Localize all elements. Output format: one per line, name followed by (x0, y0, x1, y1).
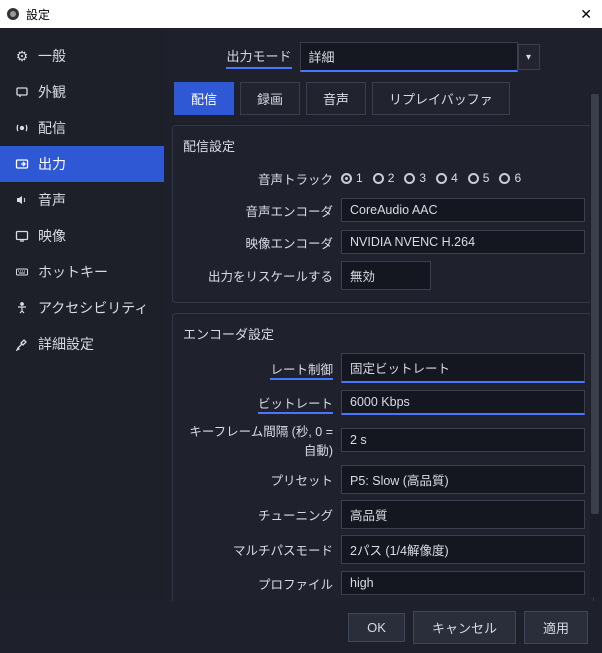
keyboard-icon (14, 265, 30, 279)
output-mode-label: 出力モード (226, 46, 291, 69)
multipass-select[interactable]: 2パス (1/4解像度) (341, 535, 585, 564)
bitrate-label: ビットレート (183, 393, 333, 412)
audio-track-radios: 1 2 3 4 5 6 (341, 171, 521, 185)
rate-control-select[interactable]: 固定ビットレート (341, 353, 585, 383)
ok-button[interactable]: OK (348, 613, 405, 642)
app-icon (6, 7, 20, 21)
profile-select[interactable]: high (341, 571, 585, 595)
sidebar-item-label: 外観 (38, 82, 66, 102)
scrollbar-thumb[interactable] (591, 94, 599, 514)
sidebar-item-hotkeys[interactable]: ホットキー (0, 254, 164, 290)
audio-track-1[interactable]: 1 (341, 171, 363, 185)
audio-track-6[interactable]: 6 (499, 171, 521, 185)
audio-track-label: 音声トラック (183, 169, 333, 188)
audio-track-5[interactable]: 5 (468, 171, 490, 185)
tab-audio[interactable]: 音声 (306, 82, 366, 115)
sidebar-item-label: 詳細設定 (38, 334, 94, 354)
preset-label: プリセット (183, 470, 333, 489)
multipass-label: マルチパスモード (183, 540, 333, 559)
audio-track-2[interactable]: 2 (373, 171, 395, 185)
sidebar-item-accessibility[interactable]: アクセシビリティ (0, 290, 164, 326)
rate-control-label: レート制御 (183, 359, 333, 378)
tab-replay-buffer[interactable]: リプレイバッファ (372, 82, 510, 115)
sidebar-item-appearance[interactable]: 外観 (0, 74, 164, 110)
bitrate-input[interactable]: 6000 Kbps (341, 390, 585, 415)
encoder-settings-title: エンコーダ設定 (183, 324, 585, 343)
video-encoder-label: 映像エンコーダ (183, 233, 333, 252)
monitor-icon (14, 229, 30, 243)
accessibility-icon (14, 301, 30, 315)
close-button[interactable]: ✕ (576, 6, 596, 23)
antenna-icon (14, 121, 30, 135)
keyframe-label: キーフレーム間隔 (秒, 0 = 自動) (183, 421, 333, 459)
tuning-select[interactable]: 高品質 (341, 500, 585, 529)
profile-label: プロファイル (183, 574, 333, 593)
tab-stream[interactable]: 配信 (174, 82, 234, 115)
sidebar-item-label: アクセシビリティ (38, 298, 148, 318)
tab-record[interactable]: 録画 (240, 82, 300, 115)
titlebar: 設定 ✕ (0, 0, 602, 28)
apply-button[interactable]: 適用 (524, 611, 588, 644)
output-tabs: 配信 録画 音声 リプレイバッファ (164, 82, 602, 125)
sidebar-item-general[interactable]: ⚙ 一般 (0, 38, 164, 74)
output-icon (14, 157, 30, 171)
window-title: 設定 (26, 6, 50, 23)
encoder-settings-panel: エンコーダ設定 レート制御 固定ビットレート ビットレート 6000 Kbps … (172, 313, 594, 601)
sidebar-item-stream[interactable]: 配信 (0, 110, 164, 146)
stream-settings-title: 配信設定 (183, 136, 585, 155)
preset-select[interactable]: P5: Slow (高品質) (341, 465, 585, 494)
output-mode-select[interactable]: 詳細 (300, 42, 518, 72)
video-encoder-select[interactable]: NVIDIA NVENC H.264 (341, 230, 585, 254)
sidebar-item-output[interactable]: 出力 (0, 146, 164, 182)
rescale-select[interactable]: 無効 (341, 261, 431, 290)
audio-encoder-select[interactable]: CoreAudio AAC (341, 198, 585, 222)
audio-track-3[interactable]: 3 (404, 171, 426, 185)
scrollbar[interactable] (590, 94, 600, 597)
keyframe-input[interactable]: 2 s (341, 428, 585, 452)
sidebar-item-label: 配信 (38, 118, 66, 138)
paint-icon (14, 85, 30, 99)
sidebar-item-label: 音声 (38, 190, 66, 210)
sidebar-item-label: ホットキー (38, 262, 108, 282)
audio-track-4[interactable]: 4 (436, 171, 458, 185)
sidebar-item-advanced[interactable]: 詳細設定 (0, 326, 164, 362)
footer: OK キャンセル 適用 (0, 601, 602, 653)
sidebar-item-label: 出力 (38, 154, 66, 174)
sidebar-item-label: 一般 (38, 46, 66, 66)
speaker-icon (14, 193, 30, 207)
output-mode-dropdown-button[interactable]: ▾ (518, 44, 540, 70)
tools-icon (14, 337, 30, 351)
sidebar: ⚙ 一般 外観 配信 出力 音声 (0, 28, 164, 601)
audio-encoder-label: 音声エンコーダ (183, 201, 333, 220)
tuning-label: チューニング (183, 505, 333, 524)
sidebar-item-label: 映像 (38, 226, 66, 246)
sidebar-item-video[interactable]: 映像 (0, 218, 164, 254)
cancel-button[interactable]: キャンセル (413, 611, 516, 644)
stream-settings-panel: 配信設定 音声トラック 1 2 3 4 5 6 音声エンコーダ CoreAudi… (172, 125, 594, 303)
rescale-label: 出力をリスケールする (183, 266, 333, 285)
gear-icon: ⚙ (14, 48, 30, 65)
main: 出力モード 詳細 ▾ 配信 録画 音声 リプレイバッファ 配信設定 音声トラック… (164, 28, 602, 601)
sidebar-item-audio[interactable]: 音声 (0, 182, 164, 218)
